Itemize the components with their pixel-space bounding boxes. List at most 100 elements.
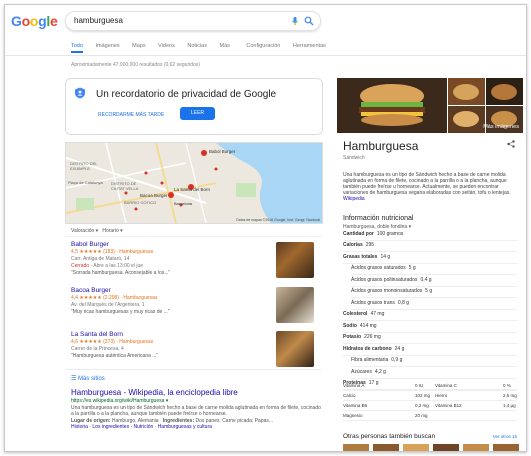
business-rating: 4,4 ★★★★★ (2.298) · Hamburguesas bbox=[71, 295, 158, 301]
map-attribution: Datos de mapas ©2018 Google, Inst. Geogr… bbox=[236, 218, 320, 222]
organic-result: Hamburguesa - Wikipedia, la enciclopedia… bbox=[71, 388, 321, 431]
search-box[interactable]: hamburguesa bbox=[65, 11, 321, 31]
nutrition-row: Fibra alimentaria 0,9 g bbox=[351, 355, 517, 367]
nutrition-label: Azúcares bbox=[351, 368, 372, 375]
share-icon[interactable] bbox=[507, 140, 515, 148]
business-photo[interactable] bbox=[276, 287, 314, 323]
filter-hours[interactable]: Horario bbox=[102, 228, 118, 234]
more-images-label[interactable]: Más imágenes bbox=[483, 124, 519, 130]
tab-images[interactable]: Imágenes bbox=[95, 43, 119, 49]
business-name[interactable]: Bacoa Burger bbox=[71, 287, 271, 294]
tabs-divider bbox=[5, 55, 526, 56]
filter-rating[interactable]: Valoración bbox=[71, 228, 94, 234]
tab-videos[interactable]: Videos bbox=[158, 43, 175, 49]
business-review: "Sorrada hamburguesa. Aconsejable a los.… bbox=[71, 270, 171, 276]
more-places-link[interactable]: ☰ Más sitios bbox=[71, 375, 105, 382]
nutrition-row: Azúcares 4,2 g bbox=[351, 367, 517, 379]
result-stats: Aproximadamente 47.900.000 resultados (0… bbox=[71, 62, 200, 68]
remind-later-button[interactable]: RECORDARME MÁS TARDE bbox=[98, 112, 164, 118]
map-label: Plaça de Catalunya bbox=[68, 180, 103, 185]
business-address: Av. del Marquès de l'Argentera, 1 bbox=[71, 302, 145, 308]
vitamin-value: 0 IU bbox=[415, 383, 424, 388]
result-title[interactable]: Hamburguesa - Wikipedia, la enciclopedia… bbox=[71, 388, 321, 398]
search-input[interactable]: hamburguesa bbox=[74, 16, 123, 25]
kp-wiki-link[interactable]: Wikipedia bbox=[343, 196, 365, 202]
nutrition-label: Colesterol bbox=[343, 311, 368, 317]
nutrition-value: 295 bbox=[365, 242, 375, 248]
nutrition-label: Hidratos de carbono bbox=[343, 345, 392, 352]
nutrition-row: Grasas totales 14 g bbox=[343, 252, 517, 264]
tab-news[interactable]: Noticias bbox=[187, 43, 207, 49]
map-label: Bacoa Burger bbox=[140, 193, 168, 198]
map-label: DISTRITO DEL EIXAMPLE bbox=[70, 161, 98, 171]
nutrition-label: Grasas totales bbox=[343, 253, 378, 260]
vitamin-label: Magnesio bbox=[343, 413, 363, 418]
nutrition-label: Sodio bbox=[343, 322, 357, 329]
business-status: Cerrado bbox=[71, 263, 90, 269]
kp-subtitle: Sándwich bbox=[343, 155, 365, 161]
divider bbox=[65, 236, 321, 237]
nutrition-row: Ácidos grasos trans 0,8 g bbox=[351, 298, 517, 310]
nutrition-label: Fibra alimentaria bbox=[351, 357, 389, 363]
local-map[interactable]: DISTRITO DEL EIXAMPLE Plaça de Catalunya… bbox=[65, 142, 323, 224]
people-also-search-title: Otras personas también buscan bbox=[343, 433, 436, 440]
microphone-icon[interactable] bbox=[290, 16, 300, 26]
read-button[interactable]: LEER bbox=[180, 107, 215, 120]
local-result[interactable]: Babol Burger 4,5 ★★★★★ (183) · Hamburgue… bbox=[71, 241, 271, 276]
nutrition-label: Potasio bbox=[343, 334, 362, 340]
business-photo[interactable] bbox=[276, 331, 314, 367]
result-sitelinks[interactable]: Historia · Los ingredientes · Nutrición … bbox=[71, 424, 321, 431]
vitamin-row: Vitamina B6 0,2 mg Vitamina B12 1,4 µg bbox=[343, 401, 517, 411]
tab-all[interactable]: Todo bbox=[71, 43, 83, 49]
map-filters: Valoración ▾ Horario ▾ bbox=[71, 228, 123, 234]
map-label: Barcelona bbox=[174, 201, 193, 206]
nutrition-value: 100 gramos bbox=[376, 231, 404, 237]
image-strip[interactable]: Más imágenes bbox=[337, 78, 523, 133]
google-logo[interactable]: Google bbox=[11, 13, 58, 29]
search-icon[interactable] bbox=[304, 16, 314, 26]
tab-maps[interactable]: Maps bbox=[132, 43, 145, 49]
nutrition-row: Ácidos grasos poliinsaturados 0,4 g bbox=[351, 275, 517, 287]
logo-letter: o bbox=[21, 13, 31, 29]
logo-letter: e bbox=[49, 13, 58, 29]
map-label: Babol Burger bbox=[209, 149, 236, 154]
nutrition-row: Colesterol 47 mg bbox=[343, 309, 517, 321]
related-thumbnails[interactable] bbox=[343, 444, 519, 452]
nutrition-label: Calorías bbox=[343, 242, 363, 248]
vitamin-value: 2,5 mg bbox=[503, 393, 517, 398]
business-rating: 4,6 ★★★★★ (373) · Hamburguesas bbox=[71, 339, 154, 345]
tab-settings[interactable]: Configuración bbox=[246, 43, 280, 49]
logo-letter: g bbox=[38, 13, 47, 29]
local-result[interactable]: La Santa del Born 4,6 ★★★★★ (373) · Hamb… bbox=[71, 331, 271, 359]
nutrition-value: 47 mg bbox=[370, 311, 385, 317]
tab-tools[interactable]: Herramientas bbox=[293, 43, 326, 49]
nutrition-value: 226 mg bbox=[364, 334, 381, 340]
vitamin-row: Vitamina A 0 IU Vitamina C 0 % bbox=[343, 381, 517, 391]
nutrition-value: 0,8 g bbox=[397, 299, 410, 306]
nutrition-value: 5 g bbox=[408, 265, 416, 271]
business-photo[interactable] bbox=[276, 242, 314, 278]
nutrition-label: Ácidos grasos saturados bbox=[351, 265, 406, 271]
kp-title: Hamburguesa bbox=[343, 139, 419, 153]
nutrition-value: 414 mg bbox=[359, 322, 377, 329]
see-all-link[interactable]: Ver otros 15 bbox=[493, 434, 517, 439]
vitamin-value: 20 mg bbox=[415, 413, 428, 418]
nutrition-value: 4,2 g bbox=[374, 368, 386, 375]
logo-letter: G bbox=[11, 13, 22, 29]
business-name[interactable]: Babol Burger bbox=[71, 241, 271, 248]
origin-value: Hamburgo, Alemania bbox=[111, 417, 159, 424]
business-name[interactable]: La Santa del Born bbox=[71, 331, 271, 338]
map-label: La Santa del Born bbox=[174, 187, 211, 192]
privacy-reminder-card: Un recordatorio de privacidad de Google … bbox=[65, 78, 323, 135]
business-hours: · Abre a las 13:00 el jue bbox=[89, 263, 144, 269]
vitamin-value: 102 mg bbox=[415, 393, 431, 398]
vitamin-label: Hierro bbox=[435, 393, 448, 398]
vitamin-row: Calcio 102 mg Hierro 2,5 mg bbox=[343, 391, 517, 401]
vitamin-label: Vitamina A bbox=[343, 383, 365, 388]
tab-more[interactable]: Más bbox=[219, 43, 229, 49]
vitamin-label: Vitamina C bbox=[435, 383, 457, 388]
local-result[interactable]: Bacoa Burger 4,4 ★★★★★ (2.298) · Hamburg… bbox=[71, 287, 271, 315]
kp-description: Una hamburguesa es un tipo de Sándwich h… bbox=[343, 172, 519, 202]
kp-description-text: Una hamburguesa es un tipo de Sándwich h… bbox=[343, 172, 511, 196]
nutrition-value: 5 g bbox=[425, 288, 433, 294]
